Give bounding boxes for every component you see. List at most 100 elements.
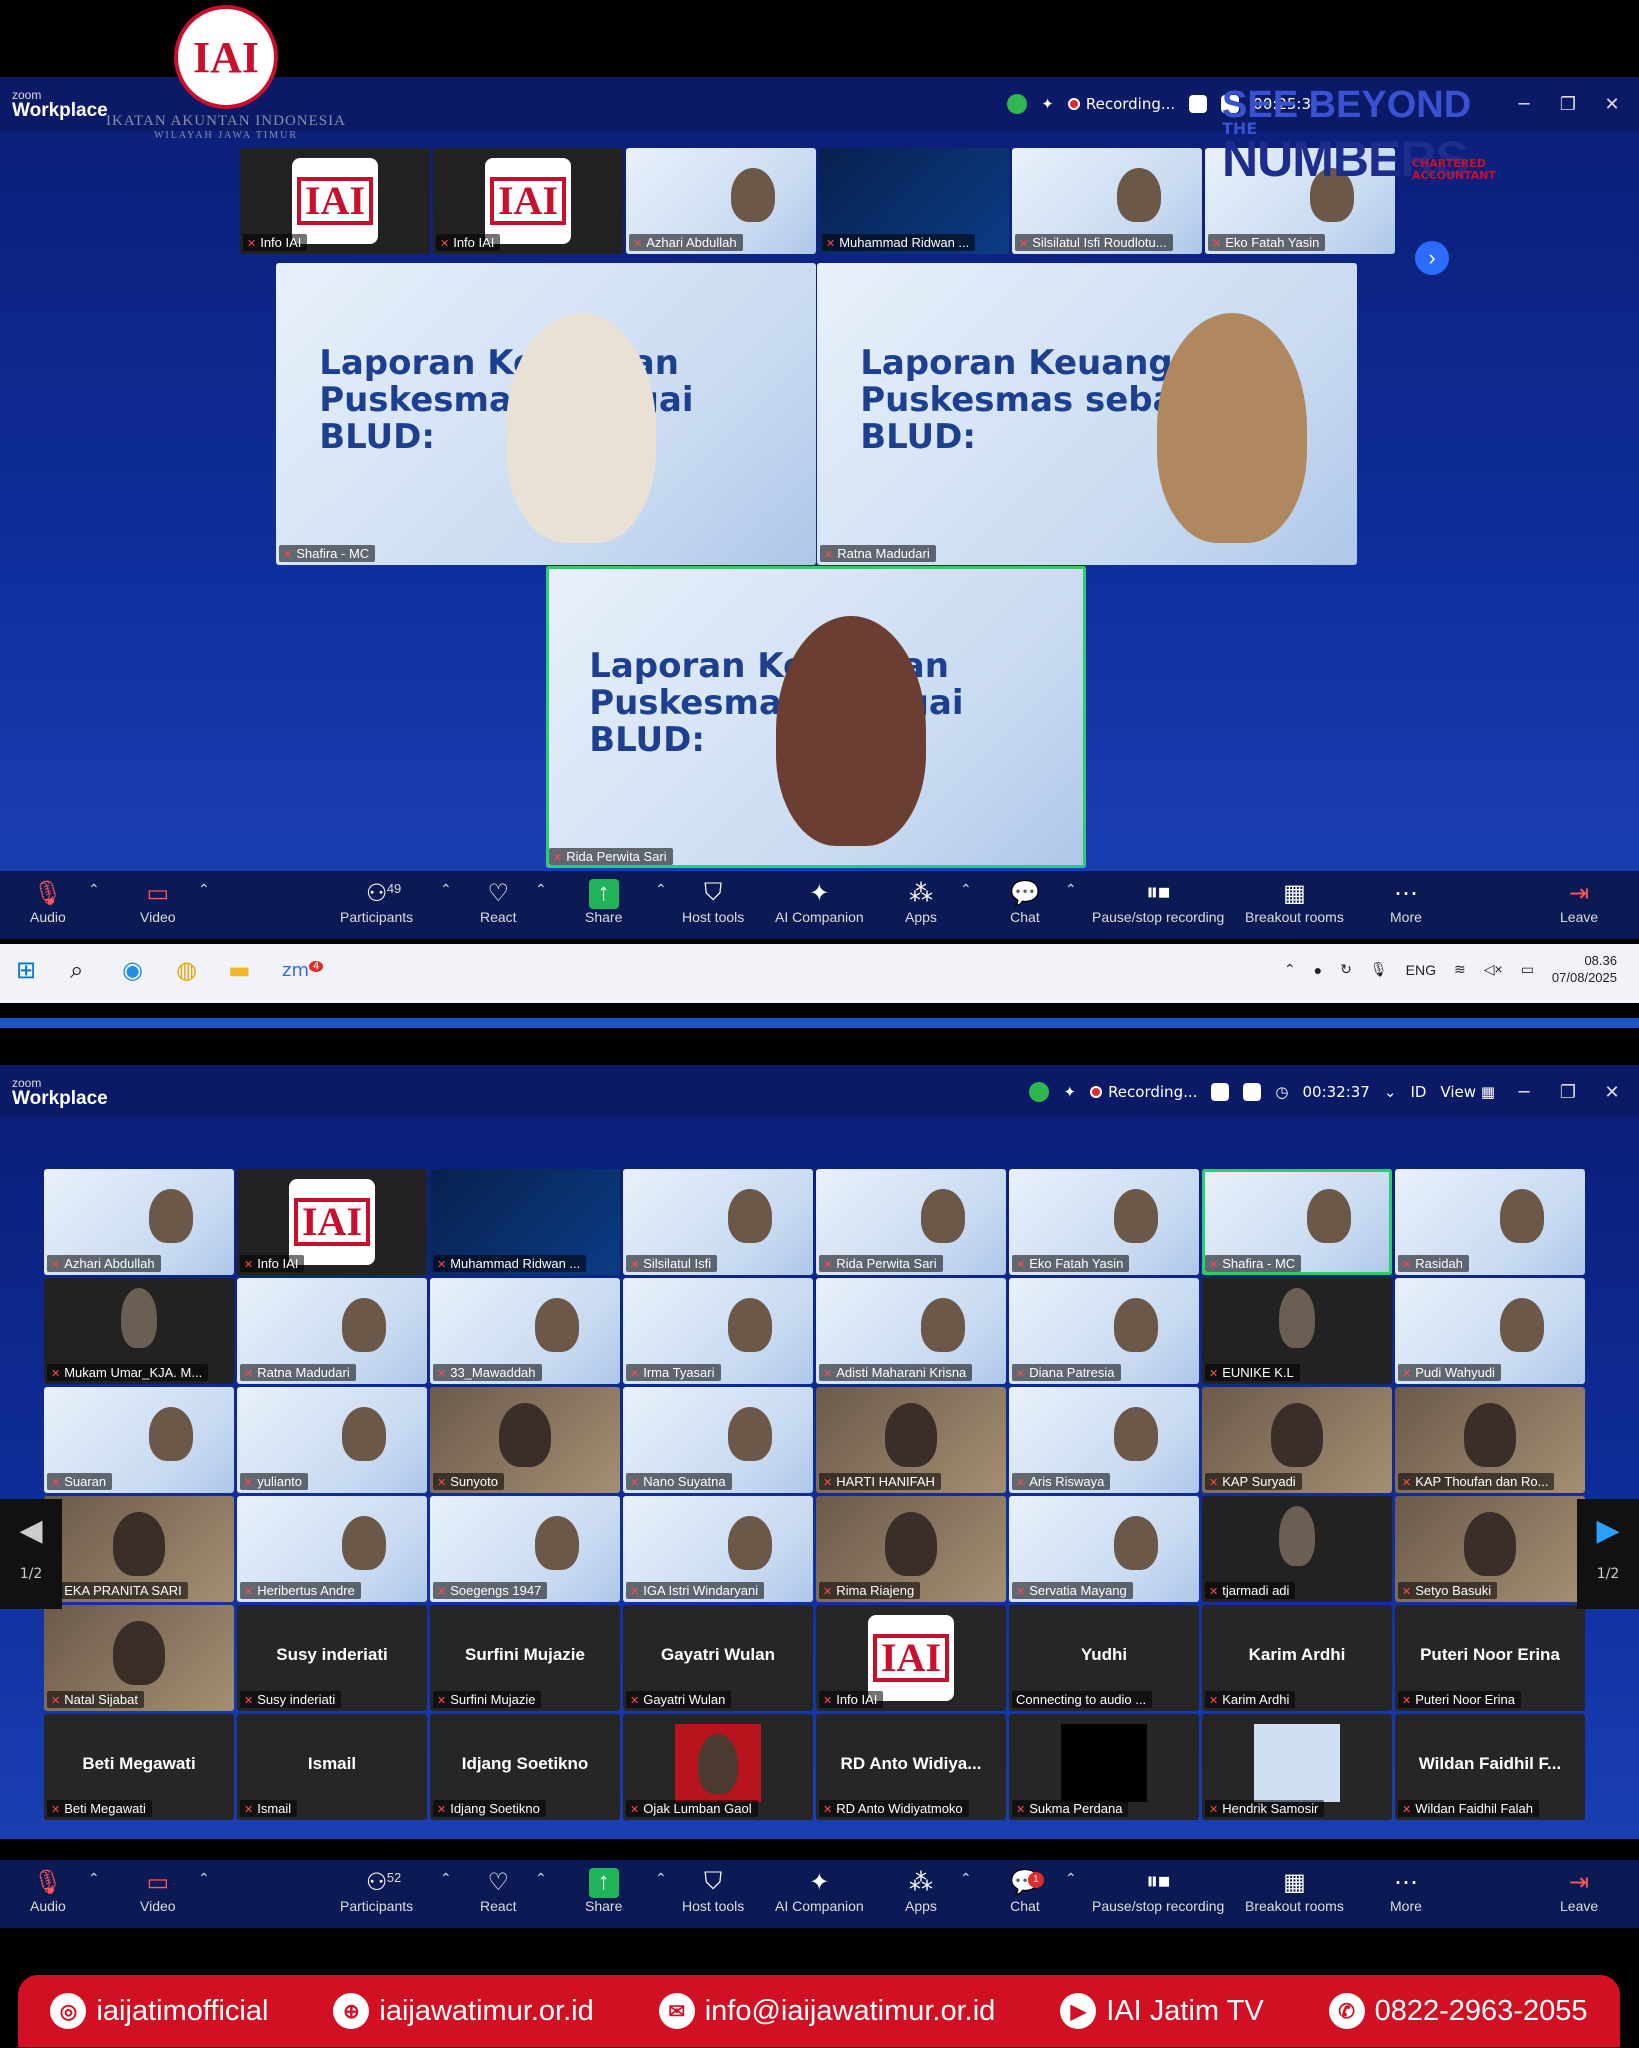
speaker-tile[interactable]: Laporan Keuangan Puskesmas sebagai BLUD: ✕…: [546, 566, 1086, 868]
pause-recording-button[interactable]: ⏸⏹ Pause/stop recording: [1092, 879, 1224, 925]
participant-tile[interactable]: Wildan Faidhil F... ✕ Wildan Faidhil Falah: [1395, 1714, 1585, 1820]
host-tools-button[interactable]: ⛉ Host tools: [682, 1868, 744, 1914]
participant-tile[interactable]: ✕ Azhari Abdullah: [626, 148, 816, 254]
encryption-shield-icon[interactable]: [1029, 1082, 1050, 1102]
participant-tile[interactable]: ✕ Suaran: [44, 1387, 234, 1493]
audio-button[interactable]: 🎙 Audio: [30, 879, 66, 925]
participant-tile[interactable]: Gayatri Wulan ✕ Gayatri Wulan: [623, 1605, 813, 1711]
chat-button[interactable]: 💬 Chat: [1010, 879, 1040, 925]
language-indicator[interactable]: ENG: [1406, 962, 1436, 978]
audio-options-chevron-icon[interactable]: ⌃: [88, 1870, 100, 1887]
participant-tile[interactable]: ✕ Natal Sijabat: [44, 1605, 234, 1711]
restore-icon[interactable]: ❐: [1553, 1082, 1583, 1103]
participant-tile[interactable]: Puteri Noor Erina ✕ Puteri Noor Erina: [1395, 1605, 1585, 1711]
participant-tile[interactable]: ✕ Eko Fatah Yasin: [1009, 1169, 1199, 1275]
react-options-chevron-icon[interactable]: ⌃: [535, 881, 547, 898]
participant-tile[interactable]: ✕ Muhammad Ridwan ...: [819, 148, 1009, 254]
react-button[interactable]: ♡ React: [480, 879, 517, 925]
participant-tile[interactable]: ✕ IGA Istri Windaryani: [623, 1496, 813, 1602]
share-button[interactable]: ↑ Share: [585, 879, 622, 925]
participant-tile[interactable]: ✕ Sukma Perdana: [1009, 1714, 1199, 1820]
participant-tile[interactable]: ✕ yulianto: [237, 1387, 427, 1493]
more-button[interactable]: ⋯ More: [1390, 1868, 1422, 1914]
chat-options-chevron-icon[interactable]: ⌃: [1065, 881, 1077, 898]
participant-tile[interactable]: ✕ Azhari Abdullah: [44, 1169, 234, 1275]
search-icon[interactable]: ⌕: [70, 956, 83, 984]
participant-tile[interactable]: ✕ Silsilatul Isfi: [623, 1169, 813, 1275]
timer-chevron-icon[interactable]: ⌄: [1384, 1083, 1397, 1101]
participant-tile[interactable]: IAI ✕ Info IAI: [240, 148, 430, 254]
participant-tile[interactable]: RD Anto Widiya... ✕ RD Anto Widiyatmoko: [816, 1714, 1006, 1820]
participant-tile[interactable]: Beti Megawati ✕ Beti Megawati: [44, 1714, 234, 1820]
recording-indicator[interactable]: Recording...: [1090, 1083, 1197, 1101]
restore-icon[interactable]: ❐: [1553, 94, 1583, 115]
video-button[interactable]: ▭ Video: [140, 879, 176, 925]
participant-tile[interactable]: Susy inderiati ✕ Susy inderiati: [237, 1605, 427, 1711]
next-page-button[interactable]: ▶ 1/2: [1577, 1499, 1639, 1609]
participant-tile[interactable]: ✕ KAP Suryadi: [1202, 1387, 1392, 1493]
zoom-taskbar-icon[interactable]: zm 4: [282, 960, 324, 981]
audio-options-chevron-icon[interactable]: ⌃: [88, 881, 100, 898]
encryption-shield-icon[interactable]: [1007, 94, 1028, 114]
apps-options-chevron-icon[interactable]: ⌃: [960, 881, 972, 898]
ai-sparkle-icon[interactable]: ✦: [1063, 1083, 1076, 1101]
participant-tile[interactable]: ✕ EUNIKE K.L: [1202, 1278, 1392, 1384]
close-icon[interactable]: ✕: [1597, 94, 1627, 115]
file-explorer-icon[interactable]: ▬: [228, 956, 251, 984]
participant-tile[interactable]: ✕ Silsilatul Isfi Roudlotu...: [1012, 148, 1202, 254]
participant-tile[interactable]: ✕ Diana Patresia: [1009, 1278, 1199, 1384]
participant-tile[interactable]: Idjang Soetikno ✕ Idjang Soetikno: [430, 1714, 620, 1820]
clock[interactable]: 08.36 07/08/2025: [1552, 953, 1617, 987]
react-options-chevron-icon[interactable]: ⌃: [535, 1870, 547, 1887]
participant-tile[interactable]: Karim Ardhi ✕ Karim Ardhi: [1202, 1605, 1392, 1711]
participant-tile[interactable]: ✕ Heribertus Andre: [237, 1496, 427, 1602]
participant-tile[interactable]: ✕ Hendrik Samosir: [1202, 1714, 1392, 1820]
participant-tile[interactable]: ✕ Setyo Basuki: [1395, 1496, 1585, 1602]
participants-options-chevron-icon[interactable]: ⌃: [440, 1870, 452, 1887]
share-button[interactable]: ↑ Share: [585, 1868, 622, 1914]
strip-next-icon[interactable]: ›: [1415, 241, 1449, 275]
host-tools-button[interactable]: ⛉ Host tools: [682, 879, 744, 925]
participant-tile[interactable]: ✕ Muhammad Ridwan ...: [430, 1169, 620, 1275]
participant-tile[interactable]: ✕ Aris Riswaya: [1009, 1387, 1199, 1493]
windows-start-icon[interactable]: ⊞: [16, 956, 36, 984]
participant-tile[interactable]: ✕ Shafira - MC: [1202, 1169, 1392, 1275]
apps-button[interactable]: ⁂ Apps: [905, 1868, 937, 1914]
participants-button[interactable]: ⚇ Participants 52: [340, 1868, 413, 1914]
stop-recording-icon[interactable]: [1243, 1083, 1262, 1101]
participant-tile[interactable]: ✕ Mukam Umar_KJA. M...: [44, 1278, 234, 1384]
audio-button[interactable]: 🎙 Audio: [30, 1868, 66, 1914]
ai-companion-button[interactable]: ✦ AI Companion: [775, 1868, 864, 1914]
pause-recording-icon[interactable]: [1189, 95, 1208, 113]
participant-tile[interactable]: IAI ✕ Info IAI: [816, 1605, 1006, 1711]
participant-tile[interactable]: ✕EKA PRANITA SARI: [44, 1496, 234, 1602]
video-options-chevron-icon[interactable]: ⌃: [198, 881, 210, 898]
volume-icon[interactable]: ◁×: [1484, 961, 1503, 978]
speaker-tile[interactable]: Laporan Keuangan Puskesmas sebagai BLUD: ✕…: [817, 263, 1357, 565]
participant-tile[interactable]: Surfini Mujazie ✕ Surfini Mujazie: [430, 1605, 620, 1711]
microphone-icon[interactable]: 🎙: [1370, 961, 1388, 978]
tray-app-icon[interactable]: ●: [1314, 962, 1322, 978]
apps-button[interactable]: ⁂ Apps: [905, 879, 937, 925]
prev-page-button[interactable]: ◀ 1/2: [0, 1499, 62, 1609]
participant-tile[interactable]: Ismail ✕ Ismail: [237, 1714, 427, 1820]
battery-icon[interactable]: ▭: [1521, 961, 1534, 978]
pause-recording-button[interactable]: ⏸⏹ Pause/stop recording: [1092, 1868, 1224, 1914]
participant-tile[interactable]: ✕ Irma Tyasari: [623, 1278, 813, 1384]
participant-tile[interactable]: ✕ 33_Mawaddah: [430, 1278, 620, 1384]
participant-tile[interactable]: ✕ Rasidah: [1395, 1169, 1585, 1275]
leave-button[interactable]: ⇥ Leave: [1560, 879, 1598, 925]
participant-tile[interactable]: ✕ Adisti Maharani Krisna: [816, 1278, 1006, 1384]
recording-indicator[interactable]: Recording...: [1067, 95, 1175, 113]
video-options-chevron-icon[interactable]: ⌃: [198, 1870, 210, 1887]
participant-tile[interactable]: IAI ✕ Info IAI: [433, 148, 623, 254]
participant-tile[interactable]: ✕ Soegengs 1947: [430, 1496, 620, 1602]
participant-tile[interactable]: ✕ HARTI HANIFAH: [816, 1387, 1006, 1493]
speaker-tile[interactable]: Laporan Keuangan Puskesmas sebagai BLUD: ✕…: [276, 263, 816, 565]
react-button[interactable]: ♡ React: [480, 1868, 517, 1914]
share-options-chevron-icon[interactable]: ⌃: [655, 1870, 667, 1887]
minimize-icon[interactable]: ─: [1509, 1082, 1539, 1103]
participant-tile[interactable]: ✕ Rida Perwita Sari: [816, 1169, 1006, 1275]
video-button[interactable]: ▭ Video: [140, 1868, 176, 1914]
participant-tile[interactable]: ✕ Rima Riajeng: [816, 1496, 1006, 1602]
